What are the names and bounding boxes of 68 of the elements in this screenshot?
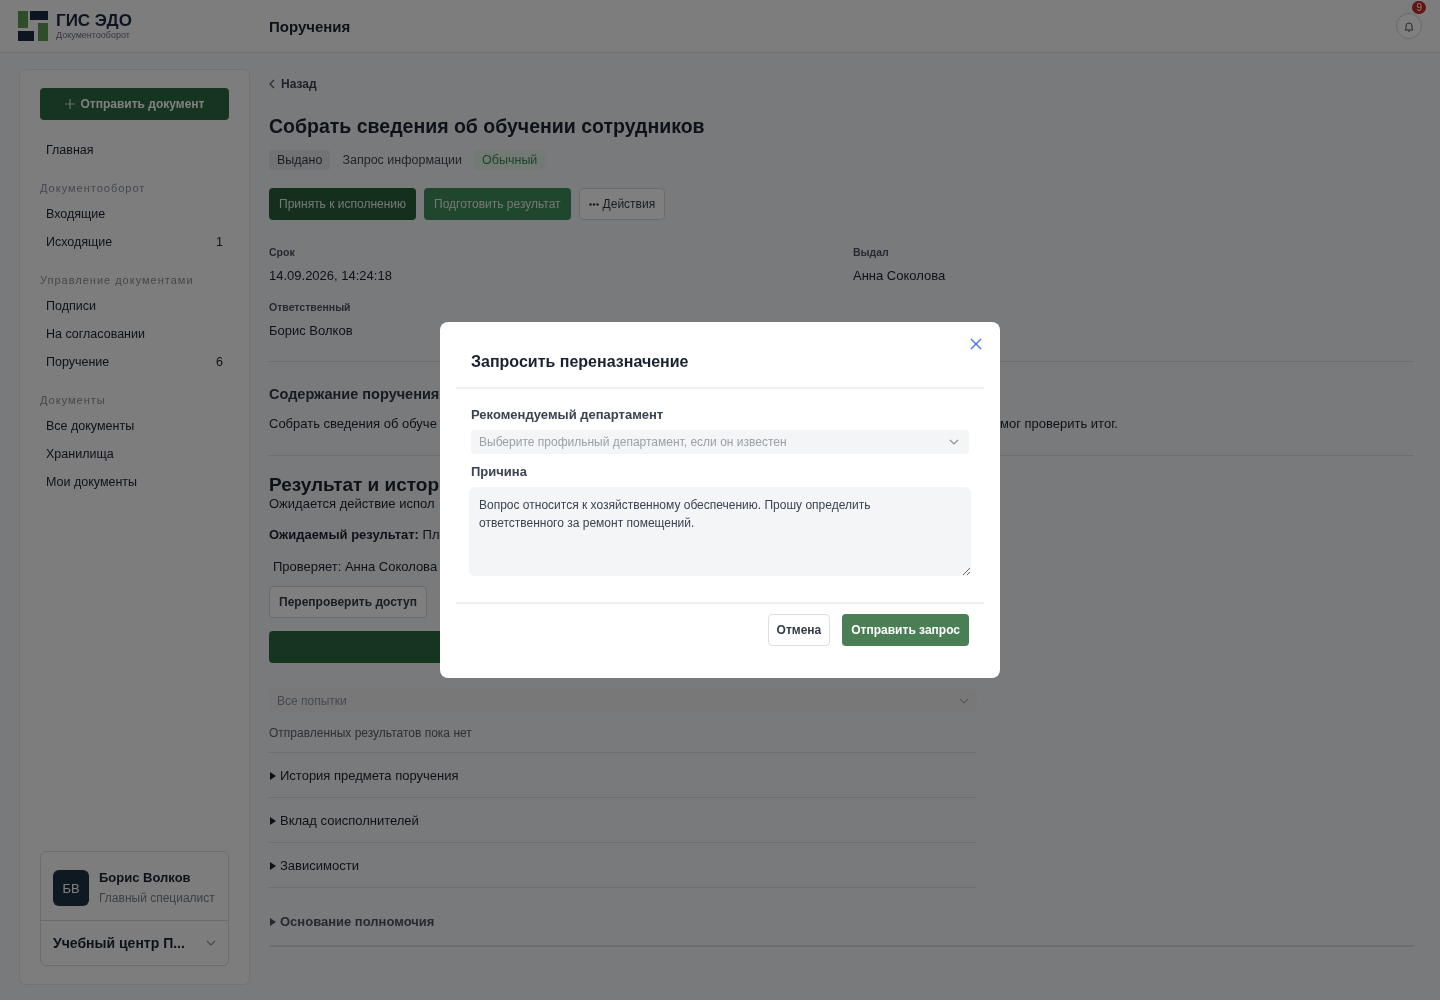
department-select[interactable]: Выберите профильный департамент, если он известен — [471, 430, 969, 454]
app-name: ГИС ЭДО — [56, 12, 132, 30]
organization-selector[interactable]: Учебный центр П... — [41, 921, 228, 965]
notifications-button[interactable] — [1396, 13, 1422, 39]
sidebar-item[interactable]: Мои документы — [40, 468, 229, 496]
tag: Обычный — [474, 150, 546, 170]
bell-icon — [1404, 20, 1414, 32]
content-text: Собрать сведения об обуче — [269, 416, 437, 431]
status-text: Ожидается действие испол — [269, 496, 435, 511]
task-title: Собрать сведения об обучении сотрудников — [269, 115, 706, 138]
reviewer-text: Проверяет: Анна Соколова — [272, 559, 438, 574]
field-label: Рекомендуемый департамент — [471, 407, 665, 422]
notification-count: 9 — [1412, 1, 1426, 14]
back-link[interactable]: Назад — [269, 77, 1414, 91]
sidebar-item[interactable]: Поручение 6 — [40, 348, 229, 376]
collapsible-section[interactable]: Вклад соисполнителей — [269, 798, 977, 843]
collapsible-section[interactable]: Основание полномочия — [269, 888, 1414, 946]
collapsible-section[interactable]: Зависимости — [269, 843, 977, 888]
page-title: Поручения — [269, 17, 352, 35]
section-heading: Результат и истор — [269, 474, 440, 495]
field-value: Борис Волков — [269, 323, 354, 338]
triangle-icon — [269, 861, 277, 870]
reason-field[interactable]: Вопрос относится к хозяйственному обеспечению. Прошу определить ответственного за ремонт помещений. — [469, 487, 971, 576]
content-text: мог проверить итог. — [1000, 416, 1118, 431]
action-button[interactable]: Принять к исполнению — [269, 188, 417, 220]
section-heading: Содержание поручения — [269, 386, 441, 402]
logo-icon — [18, 11, 48, 41]
send-document-button[interactable]: Отправить документ — [40, 88, 229, 120]
collapsible-section[interactable]: История предмета поручения — [269, 753, 977, 798]
sidebar-item[interactable]: Главная — [40, 136, 229, 164]
field-label: Срок — [269, 246, 296, 258]
field-value: Анна Соколова — [853, 268, 947, 283]
recheck-access-button[interactable]: Перепроверить доступ — [269, 586, 427, 618]
section-title: Документооборот — [40, 182, 147, 194]
field-label: Ответственный — [269, 301, 352, 313]
send-request-button[interactable]: Отправить запрос — [842, 614, 969, 646]
tag: Выдано — [269, 150, 331, 170]
triangle-icon — [269, 917, 277, 926]
sidebar-item[interactable]: Входящие — [40, 200, 229, 228]
field-value: 14.09.2026, 14:24:18 — [269, 268, 393, 283]
sidebar-item[interactable]: Исходящие 1 — [40, 228, 229, 256]
chevron-left-icon — [269, 79, 275, 89]
user-role: Главный специалист — [99, 891, 215, 905]
app-subtitle: Документооборот — [56, 30, 131, 40]
chevron-icon — [206, 940, 216, 946]
avatar: БВ — [53, 870, 89, 906]
sidebar-item[interactable]: На согласовании — [40, 320, 229, 348]
sidebar-item[interactable]: Хранилища — [40, 440, 229, 468]
actions-menu-button[interactable]: Действия — [578, 188, 666, 220]
field-label: Причина — [471, 464, 528, 479]
sidebar-item[interactable]: Подписи — [40, 292, 229, 320]
action-button[interactable]: Подготовить результат — [424, 188, 571, 220]
dialog-title: Запросить переназначение — [456, 322, 984, 389]
chevron-icon — [959, 698, 969, 704]
user-name: Борис Волков — [99, 870, 192, 885]
triangle-icon — [269, 816, 277, 825]
field-label: Выдал — [853, 246, 890, 258]
expected-result-text: Ожидаемый результат: Пл — [269, 527, 440, 542]
empty-state-text: Отправленных результатов пока нет — [269, 726, 473, 740]
sidebar-item[interactable]: Все документы — [40, 412, 229, 440]
cancel-button[interactable]: Отмена — [767, 614, 831, 646]
task-type: Запрос информации — [341, 152, 464, 169]
chevron-icon — [949, 439, 959, 445]
plus-icon — [64, 99, 75, 109]
more-icon — [588, 202, 599, 206]
section-title: Документы — [40, 394, 107, 406]
close-icon[interactable] — [970, 338, 982, 350]
triangle-icon — [269, 771, 277, 780]
